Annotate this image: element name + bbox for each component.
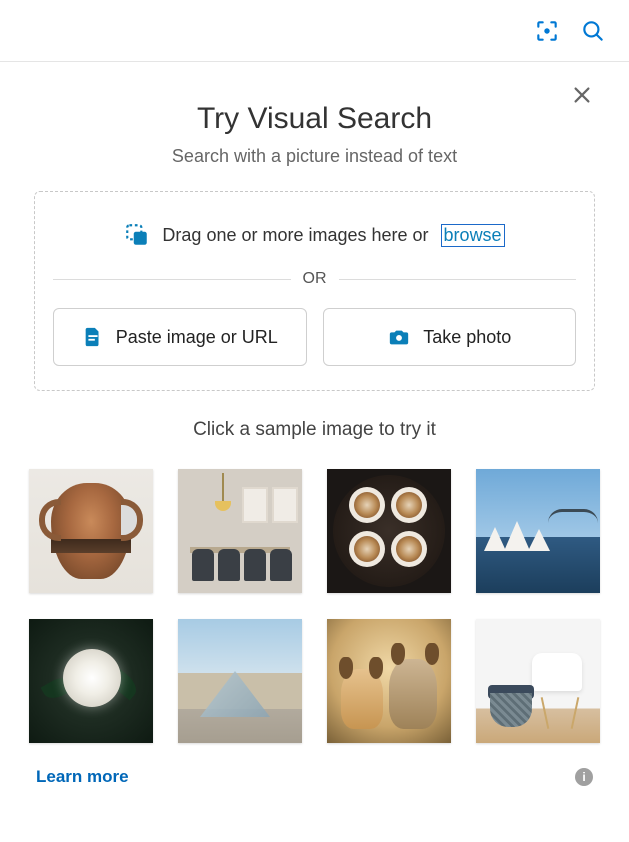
paste-label: Paste image or URL xyxy=(116,327,278,348)
drag-text: Drag one or more images here or xyxy=(162,225,428,246)
sample-dining-room[interactable] xyxy=(178,469,302,593)
browse-link[interactable]: browse xyxy=(441,224,505,247)
visual-search-panel: Try Visual Search Search with a picture … xyxy=(0,62,629,807)
top-bar xyxy=(0,0,629,62)
search-icon[interactable] xyxy=(579,17,607,45)
panel-subtitle: Search with a picture instead of text xyxy=(34,146,595,167)
sample-white-rose[interactable] xyxy=(29,619,153,743)
sample-louvre[interactable] xyxy=(178,619,302,743)
sample-grid xyxy=(34,469,595,743)
sample-sydney-opera[interactable] xyxy=(476,469,600,593)
images-icon xyxy=(124,222,150,248)
paste-image-button[interactable]: Paste image or URL xyxy=(53,308,307,366)
sample-chair-basket[interactable] xyxy=(476,619,600,743)
sample-vase[interactable] xyxy=(29,469,153,593)
sample-images-label: Click a sample image to try it xyxy=(34,419,595,441)
or-divider: OR xyxy=(53,270,576,288)
panel-title: Try Visual Search xyxy=(34,102,595,136)
learn-more-link[interactable]: Learn more xyxy=(36,767,129,787)
photo-label: Take photo xyxy=(423,327,511,348)
panel-footer: Learn more i xyxy=(34,767,595,787)
drag-instruction: Drag one or more images here or browse xyxy=(53,222,576,248)
visual-search-icon[interactable] xyxy=(533,17,561,45)
close-icon[interactable] xyxy=(571,84,595,108)
sample-dogs[interactable] xyxy=(327,619,451,743)
or-label: OR xyxy=(303,270,327,288)
sample-latte-art[interactable] xyxy=(327,469,451,593)
take-photo-button[interactable]: Take photo xyxy=(323,308,577,366)
info-icon[interactable]: i xyxy=(575,768,593,786)
drop-zone[interactable]: Drag one or more images here or browse O… xyxy=(34,191,595,391)
